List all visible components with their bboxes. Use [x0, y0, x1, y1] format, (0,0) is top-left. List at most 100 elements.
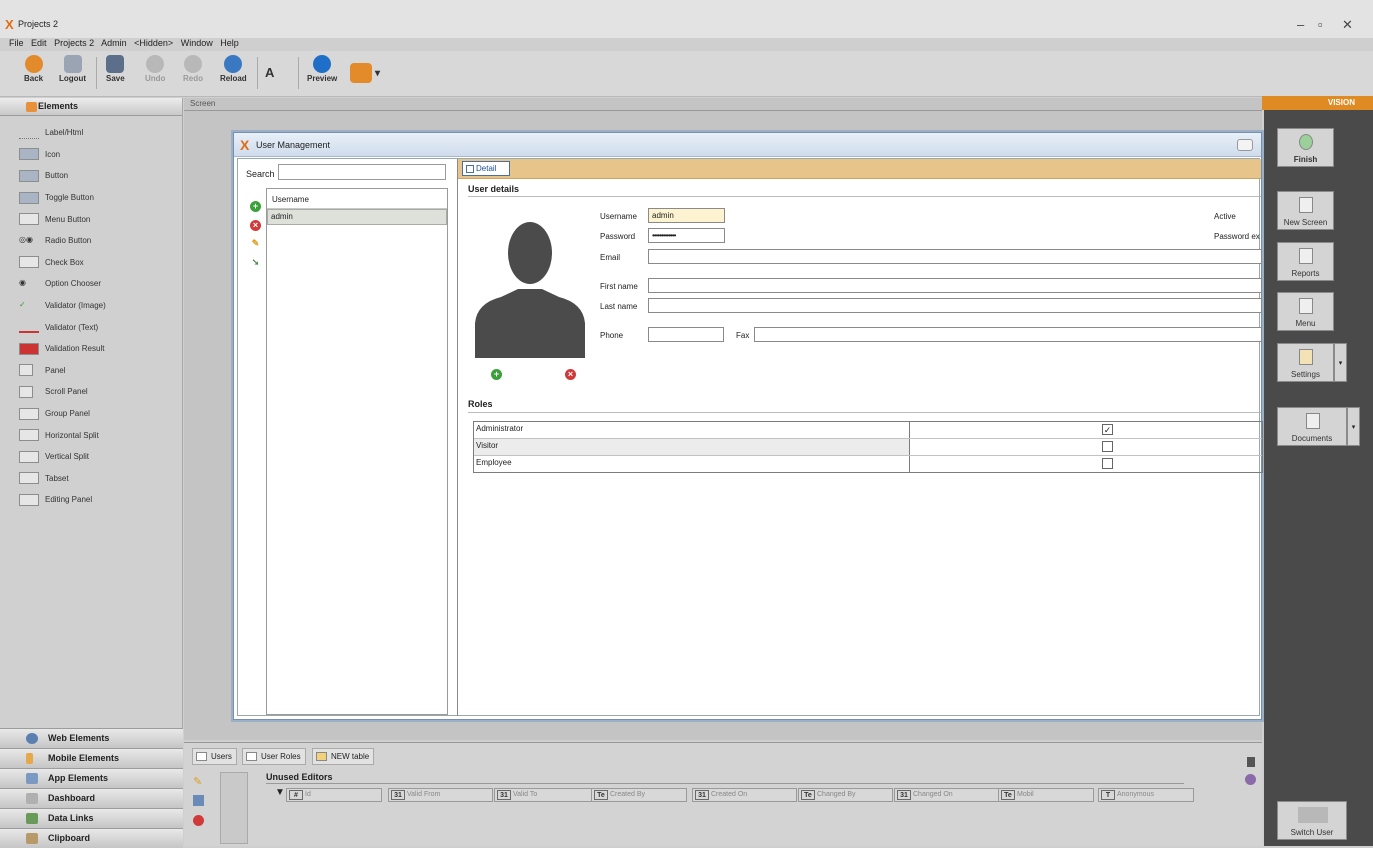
settings-dropdown-icon[interactable]: ▾: [1334, 343, 1347, 382]
add-user-icon[interactable]: +: [250, 201, 261, 212]
menu-help[interactable]: Help: [220, 38, 239, 48]
unused-field-changed-on[interactable]: 31 Changed On: [894, 788, 999, 802]
role-checkbox[interactable]: ✓: [1102, 424, 1113, 435]
documents-button[interactable]: Documents: [1277, 407, 1347, 446]
fax-field[interactable]: [754, 327, 1262, 342]
element-option-chooser[interactable]: ◉ Option Chooser: [0, 273, 182, 295]
finish-button[interactable]: Finish: [1277, 128, 1334, 167]
tab-user-roles[interactable]: User Roles: [242, 748, 306, 765]
element-validator-text[interactable]: Validator (Text): [0, 316, 182, 338]
menu-editor-button[interactable]: Menu: [1277, 292, 1334, 331]
role-checkbox[interactable]: [1102, 458, 1113, 469]
phone-field[interactable]: [648, 327, 724, 342]
menu-window[interactable]: Window: [181, 38, 213, 48]
accordion-data-links[interactable]: Data Links: [0, 808, 183, 828]
edit-user-icon[interactable]: ✎: [250, 238, 261, 249]
undo-button[interactable]: Undo: [145, 53, 165, 83]
reload-button[interactable]: Reload: [220, 53, 247, 83]
accordion-web-elements[interactable]: Web Elements: [0, 728, 183, 748]
delete-icon[interactable]: [193, 815, 204, 826]
element-group-panel[interactable]: Group Panel: [0, 403, 182, 425]
tab-users[interactable]: Users: [192, 748, 237, 765]
user-photo[interactable]: [473, 205, 587, 358]
new-screen-button[interactable]: New Screen: [1277, 191, 1334, 230]
close-button[interactable]: ✕: [1342, 17, 1353, 33]
unused-field-created-by[interactable]: Te Created By: [591, 788, 687, 802]
toolbar-divider: [96, 57, 97, 89]
element-editing-panel[interactable]: Editing Panel: [0, 489, 182, 511]
remove-photo-icon[interactable]: ×: [565, 369, 576, 380]
minimize-button[interactable]: –: [1297, 17, 1304, 32]
table-row[interactable]: Administrator ✓: [474, 422, 1262, 439]
chevron-down-icon[interactable]: ▾: [375, 68, 380, 79]
settings-button[interactable]: Settings: [1277, 343, 1334, 382]
tab-new-table[interactable]: NEW table: [312, 748, 375, 765]
database-icon[interactable]: [1245, 774, 1256, 785]
xcelerator-menu-button[interactable]: [350, 61, 372, 84]
menu-projects[interactable]: Projects 2: [54, 38, 94, 48]
menu-admin[interactable]: Admin: [101, 38, 127, 48]
edit-icon[interactable]: ✎: [193, 775, 202, 788]
element-icon[interactable]: Icon: [0, 144, 182, 166]
documents-dropdown-icon[interactable]: ▾: [1347, 407, 1360, 446]
logout-button[interactable]: Logout: [59, 53, 86, 83]
detail-tab[interactable]: Detail: [462, 161, 510, 176]
search-input[interactable]: [278, 164, 446, 180]
elements-header[interactable]: Elements: [0, 98, 182, 116]
element-panel[interactable]: Panel: [0, 360, 182, 382]
unused-field-valid-to[interactable]: 31 Valid To: [494, 788, 599, 802]
reports-button[interactable]: Reports: [1277, 242, 1334, 281]
accordion-dashboard[interactable]: Dashboard: [0, 788, 183, 808]
element-radio-button[interactable]: ◎◉ Radio Button: [0, 230, 182, 252]
element-validation-result[interactable]: Validation Result: [0, 338, 182, 360]
username-label: Username: [600, 212, 637, 221]
element-horizontal-split[interactable]: Horizontal Split: [0, 424, 182, 446]
element-label-html[interactable]: Label/Html: [0, 122, 182, 144]
delete-user-icon[interactable]: ×: [250, 220, 261, 231]
element-tabset[interactable]: Tabset: [0, 468, 182, 490]
preview-button[interactable]: Preview: [307, 53, 337, 83]
element-validator-image[interactable]: ✓ Validator (Image): [0, 295, 182, 317]
accordion-mobile-elements[interactable]: Mobile Elements: [0, 748, 183, 768]
unused-field-created-on[interactable]: 31 Created On: [692, 788, 797, 802]
unused-field-anonymous[interactable]: T Anonymous: [1098, 788, 1194, 802]
layout-icon[interactable]: [193, 795, 204, 806]
table-row[interactable]: Visitor: [474, 439, 1262, 456]
screen-tab[interactable]: Screen: [184, 98, 1262, 111]
element-menu-button[interactable]: Menu Button: [0, 208, 182, 230]
restore-button[interactable]: ▫: [1318, 17, 1323, 32]
firstname-field[interactable]: [648, 278, 1262, 293]
font-button[interactable]: A: [265, 65, 274, 80]
accordion-app-elements[interactable]: App Elements: [0, 768, 183, 788]
role-checkbox[interactable]: [1102, 441, 1113, 452]
username-field[interactable]: admin: [648, 208, 725, 223]
unused-field-changed-by[interactable]: Te Changed By: [798, 788, 893, 802]
menu-edit[interactable]: Edit: [31, 38, 47, 48]
list-header[interactable]: Username: [267, 189, 447, 209]
element-toggle-button[interactable]: Toggle Button: [0, 187, 182, 209]
redo-button[interactable]: Redo: [183, 53, 203, 83]
export-icon[interactable]: ➘: [250, 257, 261, 268]
menu-hidden[interactable]: <Hidden>: [134, 38, 173, 48]
dialog-minimize-button[interactable]: [1237, 139, 1253, 151]
element-vertical-split[interactable]: Vertical Split: [0, 446, 182, 468]
filter-icon[interactable]: ▼: [275, 787, 285, 798]
save-button[interactable]: Save: [106, 53, 125, 83]
menu-file[interactable]: File: [9, 38, 24, 48]
email-field[interactable]: [648, 249, 1262, 264]
unused-field-id[interactable]: # Id: [286, 788, 382, 802]
lastname-field[interactable]: [648, 298, 1262, 313]
panel-tool-icon[interactable]: [1247, 757, 1255, 767]
unused-field-mobil[interactable]: Te Mobil: [998, 788, 1094, 802]
unused-field-valid-from[interactable]: 31 Valid From: [388, 788, 493, 802]
add-photo-icon[interactable]: +: [491, 369, 502, 380]
accordion-clipboard[interactable]: Clipboard: [0, 828, 183, 848]
password-field[interactable]: •••••••••••••: [648, 228, 725, 243]
element-button[interactable]: Button: [0, 165, 182, 187]
list-item[interactable]: admin: [267, 209, 447, 225]
table-row[interactable]: Employee: [474, 456, 1262, 473]
switch-user-button[interactable]: Switch User: [1277, 801, 1347, 840]
back-button[interactable]: Back: [24, 53, 43, 83]
element-scroll-panel[interactable]: Scroll Panel: [0, 381, 182, 403]
element-check-box[interactable]: Check Box: [0, 252, 182, 274]
